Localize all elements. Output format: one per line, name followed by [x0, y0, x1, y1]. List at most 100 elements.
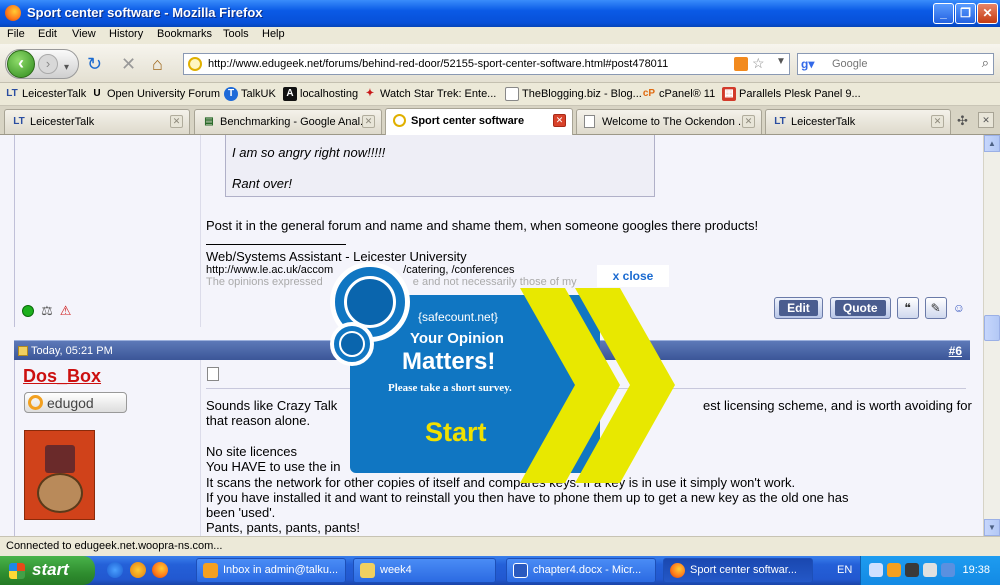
scroll-down-icon[interactable]: ▼ [984, 519, 1000, 536]
menu-tools[interactable]: Tools [223, 28, 249, 40]
rss-icon[interactable] [734, 57, 748, 71]
google-engine-icon[interactable]: g▾ [801, 57, 817, 71]
back-button[interactable]: ‹ [7, 50, 35, 78]
post-line: You HAVE to use the in [206, 459, 341, 474]
quote-line: Rant over! [232, 176, 292, 191]
tab-leicestertalk-2[interactable]: LT LeicesterTalk ✕ [765, 109, 951, 134]
maximize-button[interactable]: ❐ [955, 3, 976, 24]
quote-button[interactable]: Quote [829, 297, 891, 319]
search-bar[interactable]: g▾ ⌕ [797, 53, 994, 75]
taskbar-item-chapter4[interactable]: chapter4.docx - Micr... [506, 558, 656, 583]
firefox-quicklaunch-icon[interactable] [152, 562, 168, 578]
start-button[interactable]: start [0, 556, 95, 585]
tab-ockendon[interactable]: Welcome to The Ockendon ... ✕ [576, 109, 762, 134]
close-tab-icon[interactable]: ✕ [362, 115, 375, 128]
post-date: Today, 05:21 PM [31, 345, 113, 357]
survey-heading-2: Matters! [402, 348, 496, 375]
multi-quote-icon[interactable]: ❝ [896, 297, 919, 319]
url-input[interactable] [208, 56, 708, 72]
menu-bookmarks[interactable]: Bookmarks [157, 28, 212, 40]
username-link[interactable]: Dos_Box [23, 366, 101, 387]
menu-edit[interactable]: Edit [38, 28, 57, 40]
home-icon[interactable]: ⌂ [152, 54, 163, 74]
bookmark-localhosting[interactable]: Alocalhosting [283, 87, 358, 103]
talkuk-icon: T [224, 87, 238, 101]
network-icon[interactable] [941, 563, 955, 577]
new-tab-icon[interactable]: ✣ [957, 113, 968, 129]
forward-button[interactable]: › [38, 54, 58, 74]
search-input[interactable] [832, 56, 962, 72]
mail-icon [203, 563, 218, 578]
post-status-icons: ⚖ ⚠ [22, 303, 71, 319]
close-tab-icon[interactable]: ✕ [742, 115, 755, 128]
tray-icon[interactable] [869, 563, 883, 577]
menu-history[interactable]: History [109, 28, 143, 40]
tray-icon[interactable] [905, 563, 919, 577]
page-icon [584, 115, 595, 128]
close-window-button[interactable]: ✕ [977, 3, 998, 24]
post-body: Post it in the general forum and name an… [206, 218, 759, 233]
survey-popup[interactable]: {safecount.net} Your Opinion Matters! Pl… [330, 262, 675, 483]
window-titlebar[interactable]: Sport center software - Mozilla Firefox … [0, 0, 1000, 27]
taskbar-item-inbox[interactable]: Inbox in admin@talku... [196, 558, 346, 583]
scroll-thumb[interactable] [984, 315, 1000, 341]
menu-view[interactable]: View [72, 28, 96, 40]
cpanel-icon: cP [642, 88, 656, 99]
close-tab-icon[interactable]: ✕ [553, 114, 566, 127]
post-number-link[interactable]: #6 [949, 344, 962, 358]
bookmark-star-trek[interactable]: ✦ Watch Star Trek: Ente... [363, 87, 497, 103]
url-dropdown-icon[interactable]: ▼ [776, 56, 786, 67]
post-line: Pants, pants, pants, pants! [206, 520, 360, 535]
bookmark-theblogging[interactable]: TheBlogging.biz - Blog... [505, 87, 642, 103]
vertical-scrollbar[interactable]: ▲ ▼ [983, 135, 1000, 536]
analytics-icon: ▤ [204, 116, 214, 127]
taskbar-item-firefox[interactable]: Sport center softwar... [663, 558, 813, 583]
menu-file[interactable]: File [7, 28, 25, 40]
close-tab-icon[interactable]: ✕ [170, 115, 183, 128]
tab-leicestertalk-1[interactable]: LT LeicesterTalk ✕ [4, 109, 190, 134]
survey-subtext: Please take a short survey. [388, 382, 512, 394]
survey-start-button[interactable]: Start [425, 417, 487, 448]
edit-button[interactable]: Edit [774, 297, 823, 319]
navigation-toolbar: ‹ › ▾ ↻ ✕ ⌂ ☆ ▼ g▾ ⌕ [0, 44, 1000, 83]
report-post-icon[interactable]: ⚠ [60, 303, 72, 319]
lt-icon: LT [774, 116, 786, 127]
tray-icon[interactable] [887, 563, 901, 577]
post-line: No site licences [206, 444, 298, 459]
scales-icon[interactable]: ⚖ [41, 303, 53, 319]
firefox-icon [5, 5, 21, 21]
stop-icon[interactable]: ✕ [121, 54, 136, 74]
signature-divider [206, 244, 346, 245]
menu-help[interactable]: Help [262, 28, 285, 40]
firefox-icon [670, 563, 685, 578]
quick-reply-icon[interactable]: ✎ [924, 297, 947, 319]
url-bar[interactable]: ☆ ▼ [183, 53, 790, 75]
taskbar-item-week4[interactable]: week4 [353, 558, 496, 583]
close-all-tabs-icon[interactable]: ✕ [978, 112, 994, 128]
bookmark-plesk[interactable]: ▦ Parallels Plesk Panel 9... [722, 87, 861, 103]
minimize-button[interactable]: _ [933, 3, 954, 24]
bookmark-talkuk[interactable]: T TalkUK [224, 87, 276, 103]
bookmark-open-university[interactable]: U Open University Forum [90, 87, 220, 103]
window-title: Sport center software - Mozilla Firefox [27, 5, 263, 20]
scroll-up-icon[interactable]: ▲ [984, 135, 1000, 152]
tab-benchmarking[interactable]: ▤ Benchmarking - Google Anal... ✕ [194, 109, 382, 134]
browser-quicklaunch-icon[interactable] [130, 562, 146, 578]
bookmark-cpanel[interactable]: cP cPanel® 11 [642, 87, 715, 103]
tab-bar: LT LeicesterTalk ✕ ▤ Benchmarking - Goog… [0, 106, 1000, 135]
survey-heading-1: Your Opinion [410, 330, 504, 347]
tab-sport-center-software[interactable]: Sport center software ✕ [385, 108, 573, 135]
reload-icon[interactable]: ↻ [87, 54, 102, 74]
user-notes-icon[interactable]: ☺ [953, 301, 965, 315]
bookmark-leicestertalk[interactable]: LT LeicesterTalk [5, 87, 86, 103]
close-tab-icon[interactable]: ✕ [931, 115, 944, 128]
volume-icon[interactable] [923, 563, 937, 577]
survey-close-button[interactable]: x close [597, 265, 669, 287]
avatar[interactable] [24, 430, 95, 520]
menu-bar: File Edit View History Bookmarks Tools H… [0, 27, 1000, 44]
search-icon[interactable]: ⌕ [982, 55, 989, 71]
ie-icon[interactable] [107, 562, 123, 578]
bookmark-star-icon[interactable]: ☆ [752, 55, 765, 72]
language-indicator[interactable]: EN [837, 564, 852, 576]
history-dropdown-icon[interactable]: ▾ [64, 58, 69, 78]
